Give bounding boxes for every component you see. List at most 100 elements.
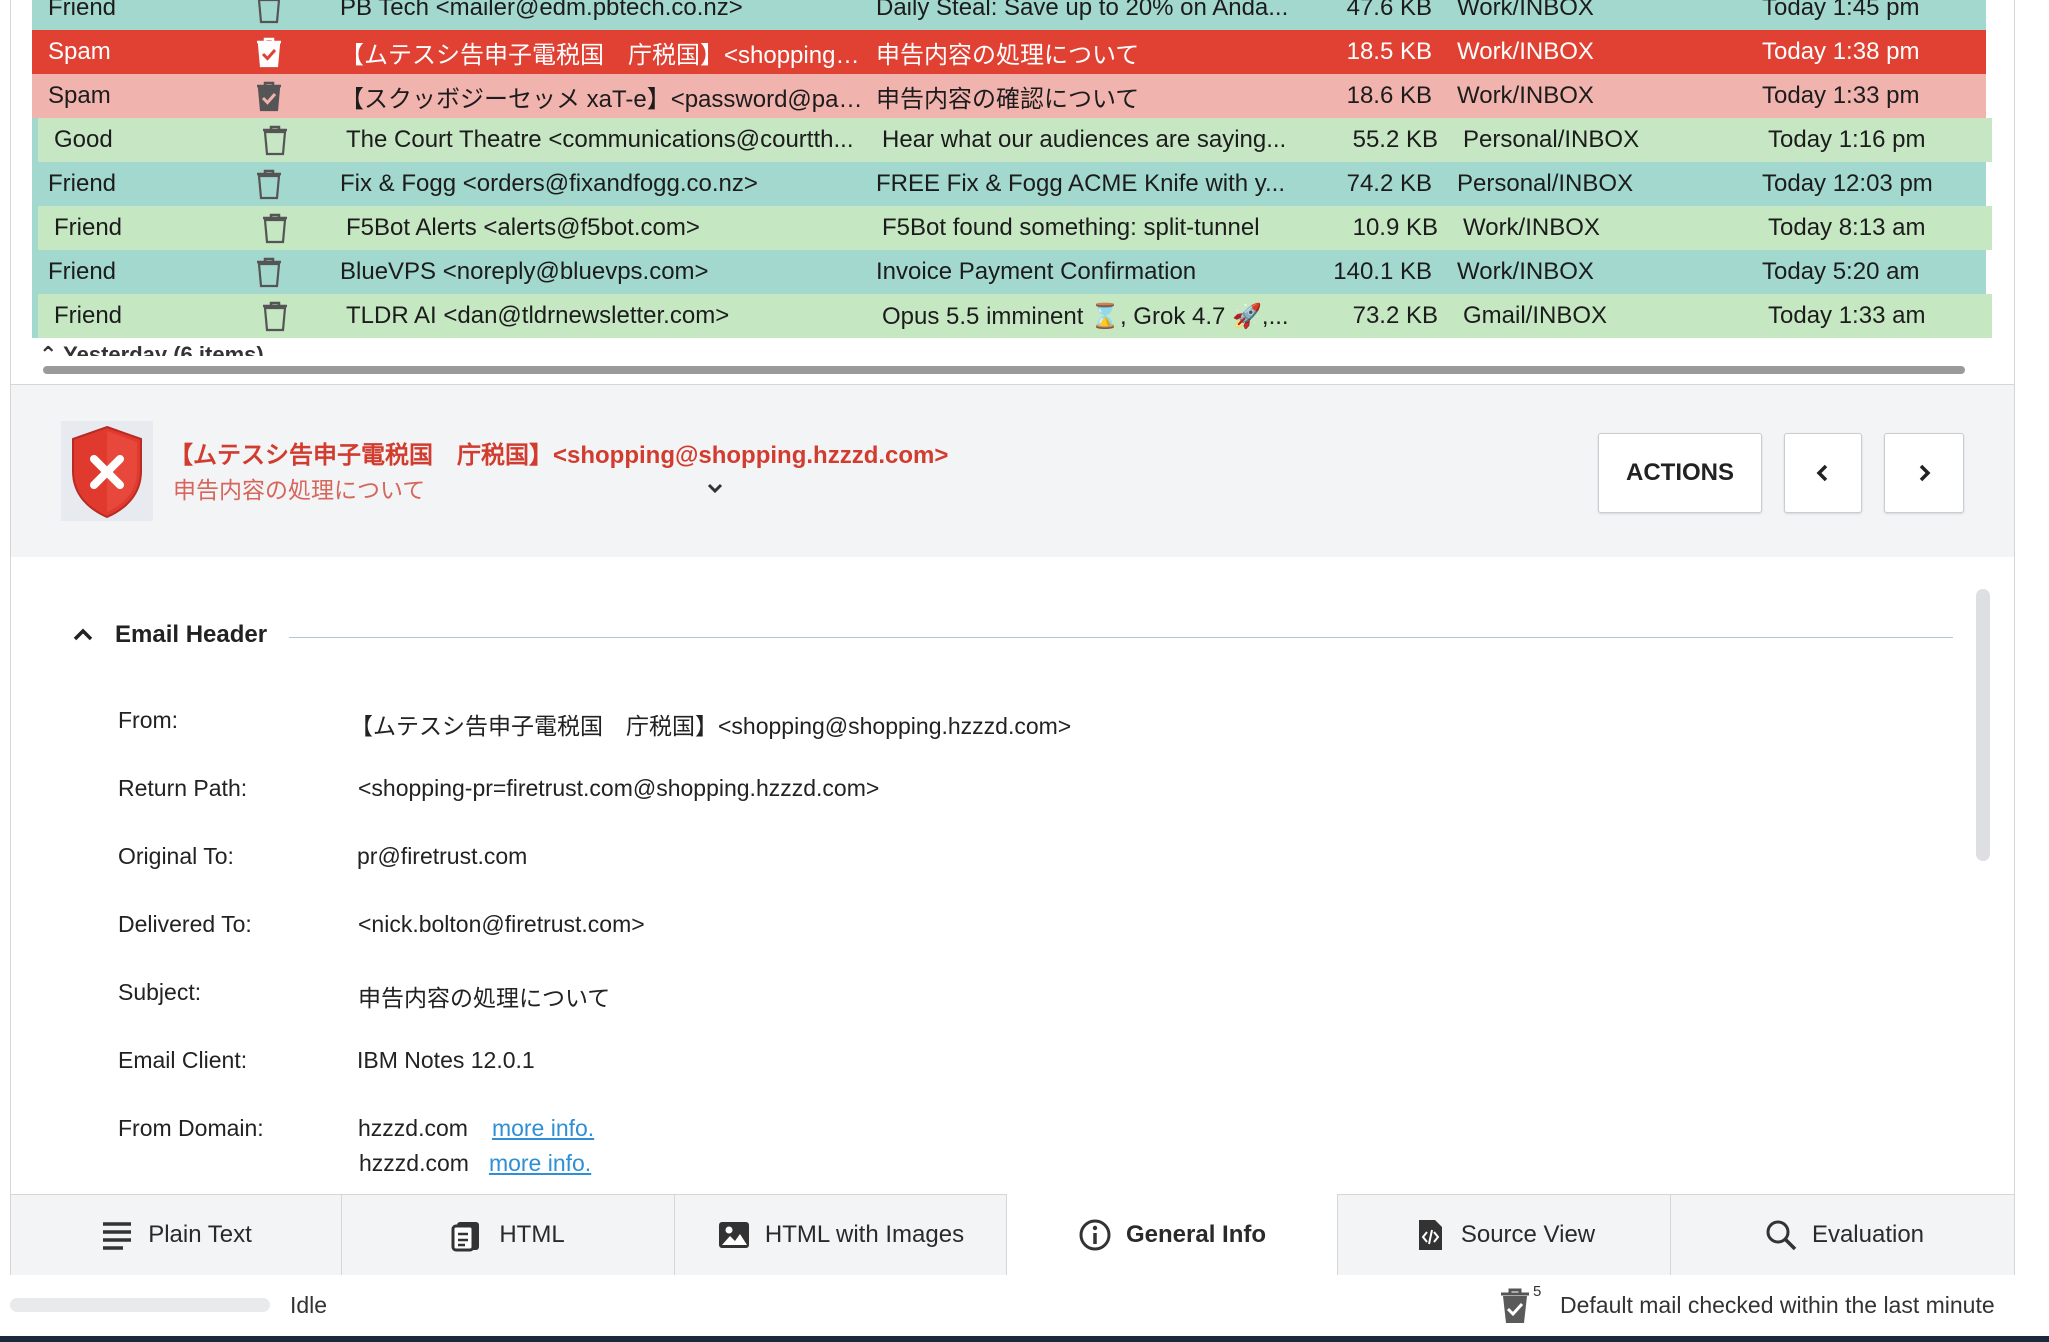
email-size: 18.5 KB: [1346, 38, 1432, 65]
more-info-link[interactable]: more info.: [492, 1115, 594, 1141]
trash-outline-icon[interactable]: [252, 0, 286, 25]
email-folder: Work/INBOX: [1457, 258, 1594, 285]
field-label-from-domain: From Domain:: [118, 1115, 264, 1141]
email-size: 55.2 KB: [1352, 126, 1438, 153]
trash-outline-icon[interactable]: [258, 123, 292, 157]
field-label-from: From:: [118, 707, 179, 733]
field-label-return-path: Return Path:: [118, 775, 248, 801]
email-row[interactable]: Friend BlueVPS <noreply@bluevps.com> Invoi…: [32, 250, 1986, 294]
general-info-panel: Email Header From: 【ムテスシ告申子電税国 庁税国】<shop…: [11, 557, 2014, 1194]
email-date: Today 1:33 am: [1768, 302, 1926, 329]
tab-label: HTML with Images: [764, 1221, 965, 1248]
email-class: Friend: [48, 258, 117, 285]
email-subject: Opus 5.5 imminent ⌛, Grok 4.7 🚀,...: [882, 302, 1289, 330]
email-folder: Work/INBOX: [1457, 82, 1594, 109]
tab-general-info[interactable]: General Info: [1007, 1194, 1338, 1275]
field-value-email-client: IBM Notes 12.0.1: [357, 1047, 535, 1073]
email-folder: Work/INBOX: [1463, 214, 1600, 241]
email-folder: Personal/INBOX: [1457, 170, 1634, 197]
email-row[interactable]: Spam 【スクッボジーセッメ xaT-e】<password@password.…: [32, 74, 1986, 118]
tab-evaluation[interactable]: Evaluation: [1671, 1195, 2017, 1275]
status-bar: Idle 5 Default mail checked within the l…: [0, 1275, 2049, 1342]
spam-shield-icon: [61, 421, 153, 521]
email-size: 140.1 KB: [1333, 258, 1432, 285]
group-header-yesterday[interactable]: ⌃ Yesterday (6 items): [39, 342, 264, 356]
tab-label: Evaluation: [1811, 1221, 1925, 1248]
chevron-left-icon: [1816, 464, 1828, 482]
field-value-original-to: pr@firetrust.com: [357, 843, 528, 869]
tab-html-with-images[interactable]: HTML with Images: [675, 1195, 1007, 1275]
field-label-delivered-to: Delivered To:: [118, 911, 252, 937]
email-row[interactable]: Spam 【ムテスシ告申子電税国 庁税国】<shopping@s... 申告内容の処…: [32, 30, 1986, 74]
email-subject: Hear what our audiences are saying...: [882, 126, 1287, 153]
app-window: Friend TLDR AI <dan@tldrnewsletter.com> Op…: [10, 0, 2015, 1275]
image-icon: [718, 1222, 749, 1248]
taskbar-edge: [0, 1336, 2049, 1342]
email-size: 10.9 KB: [1352, 214, 1438, 241]
email-class: Spam: [48, 38, 111, 65]
status-state: Idle: [290, 1292, 328, 1318]
field-label-subject: Subject:: [118, 979, 202, 1005]
field-value-from-domain: hzzzd.com more info.: [358, 1115, 594, 1142]
trash-outline-icon[interactable]: [252, 167, 286, 201]
email-header-section-toggle[interactable]: Email Header: [71, 621, 267, 649]
more-info-link[interactable]: more info.: [489, 1150, 591, 1176]
email-subject: Daily Steal: Save up to 20% on Anda...: [876, 0, 1289, 21]
email-row[interactable]: Good The Court Theatre <communications@co…: [32, 118, 1992, 162]
trash-outline-icon[interactable]: [252, 255, 286, 289]
tab-html[interactable]: HTML: [342, 1195, 675, 1275]
field-value-return-path: <shopping-pr=firetrust.com@shopping.hzzz…: [358, 775, 880, 801]
field-value-subject: 申告内容の処理について: [358, 985, 611, 1011]
email-from: 【スクッボジーセッメ xaT-e】<password@password...: [340, 85, 870, 113]
code-file-icon: [1418, 1220, 1442, 1250]
email-row[interactable]: Friend F5Bot Alerts <alerts@f5bot.com> F5B…: [32, 206, 1992, 250]
email-class: Friend: [48, 170, 117, 197]
divider: [289, 637, 1953, 638]
email-subject: FREE Fix & Fogg ACME Knife with y...: [876, 170, 1286, 197]
tab-label: Source View: [1460, 1221, 1596, 1248]
group-header-label: Yesterday (6 items): [63, 342, 264, 356]
email-folder: Work/INBOX: [1457, 38, 1594, 65]
previous-email-button[interactable]: [1784, 433, 1862, 513]
email-subject: F5Bot found something: split-tunnel: [882, 214, 1260, 241]
email-size: 74.2 KB: [1346, 170, 1432, 197]
email-folder: Personal/INBOX: [1463, 126, 1640, 153]
trash-outline-icon[interactable]: [258, 211, 292, 245]
preview-from: 【ムテスシ告申子電税国 庁税国】<shopping@shopping.hzzzd…: [169, 442, 949, 469]
email-row[interactable]: Friend PB Tech <mailer@edm.pbtech.co.nz> D…: [32, 0, 1986, 30]
trash-checked-icon[interactable]: [252, 79, 286, 113]
info-icon: [1079, 1219, 1111, 1250]
trash-outline-icon[interactable]: [258, 299, 292, 333]
view-tabs: Plain Text HTML HTML with Images General…: [11, 1194, 2014, 1275]
tab-plain-text[interactable]: Plain Text: [11, 1195, 342, 1275]
horizontal-scrollbar[interactable]: [43, 366, 1965, 374]
field-value-delivered-to: <nick.bolton@firetrust.com>: [358, 911, 645, 937]
email-size: 18.6 KB: [1346, 82, 1432, 109]
tab-label: Plain Text: [148, 1221, 252, 1248]
field-value-from-domain-2: hzzzd.com more info.: [359, 1150, 591, 1177]
email-from: PB Tech <mailer@edm.pbtech.co.nz>: [340, 0, 743, 21]
actions-button[interactable]: ACTIONS: [1598, 433, 1762, 513]
email-date: Today 1:33 pm: [1762, 82, 1920, 109]
email-size: 47.6 KB: [1346, 0, 1432, 21]
vertical-scrollbar[interactable]: [1976, 589, 1990, 861]
email-row[interactable]: Friend Fix & Fogg <orders@fixandfogg.co.n…: [32, 162, 1986, 206]
next-email-button[interactable]: [1884, 433, 1964, 513]
tab-label: General Info: [1125, 1220, 1267, 1248]
chevron-up-icon: ⌃: [39, 342, 58, 356]
trash-checked-icon[interactable]: [252, 35, 286, 69]
trash-checked-icon[interactable]: [1498, 1285, 1532, 1325]
chevron-down-icon[interactable]: [704, 477, 726, 499]
preview-header: 【ムテスシ告申子電税国 庁税国】<shopping@shopping.hzzzd…: [11, 384, 2014, 558]
email-size: 73.2 KB: [1352, 302, 1438, 329]
tab-source-view[interactable]: Source View: [1338, 1195, 1671, 1275]
lines-icon: [103, 1222, 132, 1250]
domain-value: hzzzd.com: [358, 1115, 468, 1141]
progress-bar: [10, 1298, 270, 1312]
email-from: Fix & Fogg <orders@fixandfogg.co.nz>: [340, 170, 758, 197]
email-class: Friend: [48, 0, 117, 21]
email-date: Today 1:38 pm: [1762, 38, 1920, 65]
email-row[interactable]: Friend TLDR AI <dan@tldrnewsletter.com> Op…: [32, 294, 1992, 338]
status-message: Default mail checked within the last min…: [1560, 1292, 1995, 1318]
section-title: Email Header: [115, 621, 268, 648]
